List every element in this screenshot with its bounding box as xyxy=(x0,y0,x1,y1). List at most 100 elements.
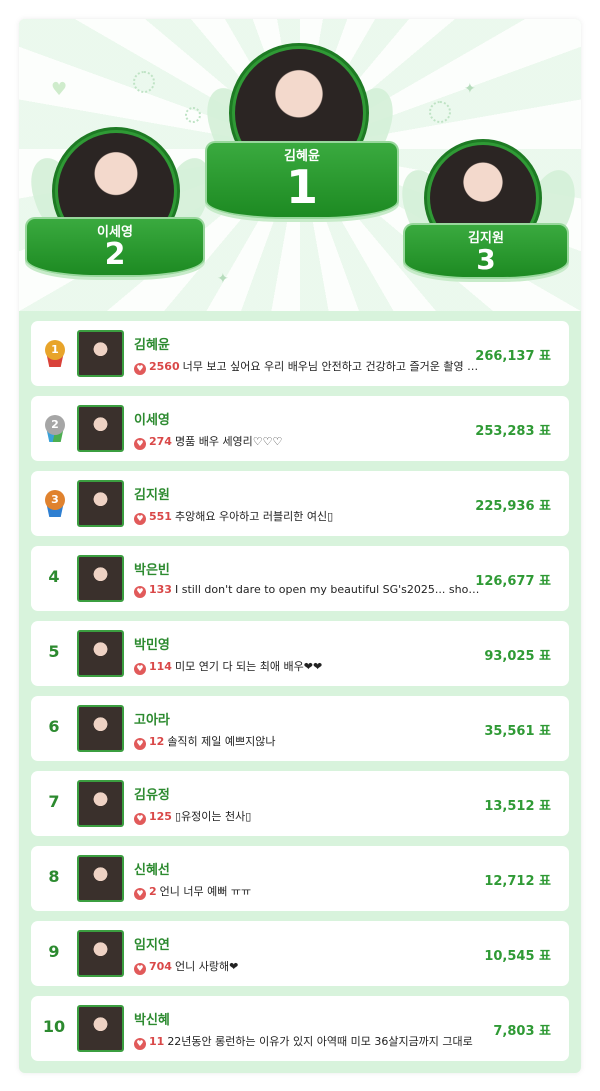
star-decoration-icon: ✦ xyxy=(464,81,476,97)
podium: ♥ ✦ ✦ 이세영 2 김혜윤 1 김지원 3 xyxy=(19,19,581,311)
heart-count: 551 xyxy=(149,510,172,523)
rank-banner: 김혜윤 1 xyxy=(205,141,399,219)
table-row[interactable]: 8 신혜선 ♥ 2 언니 너무 예뻐 ㅠㅠ 12,712 표 xyxy=(31,846,569,911)
avatar xyxy=(77,855,124,902)
bronze-medal-icon: 3 xyxy=(43,490,67,518)
actor-name: 고아라 xyxy=(134,713,170,728)
heart-icon: ♥ xyxy=(134,663,146,675)
message-text: 솔직히 제일 예쁘지않나 xyxy=(167,735,276,748)
avatar xyxy=(77,480,124,527)
winner-rank: 2 xyxy=(104,237,126,272)
table-row[interactable]: 1 김혜윤 ♥ 2560 너무 보고 싶어요 우리 배우님 안전하고 건강하고 즐거… xyxy=(31,321,569,386)
rank-number: 10 xyxy=(42,1017,66,1036)
heart-icon: ♥ xyxy=(134,363,146,375)
vote-count: 7,803 표 xyxy=(493,1024,551,1039)
heart-count: 12 xyxy=(149,735,165,748)
cheer-message: ♥ 274 명품 배우 세영리♡♡♡ xyxy=(134,433,484,450)
vote-count: 253,283 표 xyxy=(475,424,551,439)
winner-rank: 1 xyxy=(285,160,318,214)
message-text: 22년동안 롱런하는 이유가 있지 아역때 미모 36살지금까지 그대로 xyxy=(167,1035,473,1048)
heart-icon: ♥ xyxy=(134,513,146,525)
table-row[interactable]: 2 이세영 ♥ 274 명품 배우 세영리♡♡♡ 253,283 표 xyxy=(31,396,569,461)
avatar xyxy=(77,930,124,977)
avatar xyxy=(77,705,124,752)
table-row[interactable]: 10 박신혜 ♥ 11 22년동안 롱런하는 이유가 있지 아역때 미모 36살지금… xyxy=(31,996,569,1061)
heart-icon: ♥ xyxy=(134,586,146,598)
ring-decoration-icon xyxy=(133,71,155,93)
actor-name: 임지연 xyxy=(134,938,170,953)
heart-count: 11 xyxy=(149,1035,165,1048)
rank-number: 4 xyxy=(48,567,60,586)
vote-count: 225,936 표 xyxy=(475,499,551,514)
heart-icon: ♥ xyxy=(134,438,146,450)
message-text: ▯유정이는 천사▯ xyxy=(174,810,252,823)
avatar xyxy=(77,1005,124,1052)
ring-decoration-icon xyxy=(185,107,201,123)
message-text: 미모 연기 다 되는 최애 배우❤❤ xyxy=(174,660,323,673)
heart-count: 704 xyxy=(149,960,172,973)
rank-number: 5 xyxy=(48,642,60,661)
cheer-message: ♥ 11 22년동안 롱런하는 이유가 있지 아역때 미모 36살지금까지 그대로 xyxy=(134,1033,484,1050)
cheer-message: ♥ 12 솔직히 제일 예쁘지않나 xyxy=(134,733,484,750)
heart-icon: ♥ xyxy=(134,1038,146,1050)
message-text: 추앙해요 우아하고 러블리한 여신▯ xyxy=(174,510,334,523)
heart-decoration-icon: ♥ xyxy=(51,79,68,100)
ranking-card: ♥ ✦ ✦ 이세영 2 김혜윤 1 김지원 3 1 김혜윤 ♥ 2560 너무 … xyxy=(19,19,581,1073)
rank-number: 9 xyxy=(48,942,60,961)
cheer-message: ♥ 133 I still don't dare to open my beauti… xyxy=(134,583,484,598)
vote-count: 12,712 표 xyxy=(484,874,551,889)
actor-name: 김혜윤 xyxy=(134,338,170,353)
cheer-message: ♥ 551 추앙해요 우아하고 러블리한 여신▯ xyxy=(134,508,484,525)
heart-icon: ♥ xyxy=(134,738,146,750)
vote-count: 126,677 표 xyxy=(475,574,551,589)
ring-decoration-icon xyxy=(429,101,451,123)
message-text: I still don't dare to open my beautiful … xyxy=(174,583,484,596)
rank-number: 8 xyxy=(48,867,60,886)
message-text: 언니 사랑해❤ xyxy=(174,960,239,973)
actor-name: 박은빈 xyxy=(134,563,170,578)
vote-count: 13,512 표 xyxy=(484,799,551,814)
heart-count: 274 xyxy=(149,435,172,448)
table-row[interactable]: 4 박은빈 ♥ 133 I still don't dare to open my … xyxy=(31,546,569,611)
cheer-message: ♥ 114 미모 연기 다 되는 최애 배우❤❤ xyxy=(134,658,484,675)
heart-count: 2560 xyxy=(149,360,180,373)
message-text: 너무 보고 싶어요 우리 배우님 안전하고 건강하고 즐거운 촬영 되시길 바랄… xyxy=(182,360,484,373)
heart-count: 2 xyxy=(149,885,157,898)
avatar xyxy=(77,630,124,677)
table-row[interactable]: 3 김지원 ♥ 551 추앙해요 우아하고 러블리한 여신▯ 225,936 표 xyxy=(31,471,569,536)
rank-banner: 이세영 2 xyxy=(25,217,205,277)
cheer-message: ♥ 704 언니 사랑해❤ xyxy=(134,958,484,975)
actor-name: 박민영 xyxy=(134,638,170,653)
message-text: 언니 너무 예뻐 ㅠㅠ xyxy=(159,885,252,898)
table-row[interactable]: 6 고아라 ♥ 12 솔직히 제일 예쁘지않나 35,561 표 xyxy=(31,696,569,761)
rank-number: 6 xyxy=(48,717,60,736)
actor-name: 김지원 xyxy=(134,488,170,503)
actor-name: 박신혜 xyxy=(134,1013,170,1028)
table-row[interactable]: 7 김유정 ♥ 125 ▯유정이는 천사▯ 13,512 표 xyxy=(31,771,569,836)
avatar xyxy=(77,330,124,377)
vote-count: 35,561 표 xyxy=(484,724,551,739)
cheer-message: ♥ 2 언니 너무 예뻐 ㅠㅠ xyxy=(134,883,484,900)
heart-count: 125 xyxy=(149,810,172,823)
gold-medal-icon: 1 xyxy=(43,340,67,368)
heart-icon: ♥ xyxy=(134,888,146,900)
table-row[interactable]: 9 임지연 ♥ 704 언니 사랑해❤ 10,545 표 xyxy=(31,921,569,986)
actor-name: 김유정 xyxy=(134,788,170,803)
heart-count: 114 xyxy=(149,660,172,673)
actor-name: 신혜선 xyxy=(134,863,170,878)
avatar xyxy=(77,780,124,827)
heart-count: 133 xyxy=(149,583,172,596)
vote-count: 266,137 표 xyxy=(475,349,551,364)
silver-medal-icon: 2 xyxy=(43,415,67,443)
rank-number: 7 xyxy=(48,792,60,811)
table-row[interactable]: 5 박민영 ♥ 114 미모 연기 다 되는 최애 배우❤❤ 93,025 표 xyxy=(31,621,569,686)
vote-count: 10,545 표 xyxy=(484,949,551,964)
vote-count: 93,025 표 xyxy=(484,649,551,664)
cheer-message: ♥ 2560 너무 보고 싶어요 우리 배우님 안전하고 건강하고 즐거운 촬영 되… xyxy=(134,358,484,375)
avatar xyxy=(77,555,124,602)
rank-banner: 김지원 3 xyxy=(403,223,569,279)
avatar xyxy=(77,405,124,452)
heart-icon: ♥ xyxy=(134,813,146,825)
message-text: 명품 배우 세영리♡♡♡ xyxy=(174,435,283,448)
heart-icon: ♥ xyxy=(134,963,146,975)
